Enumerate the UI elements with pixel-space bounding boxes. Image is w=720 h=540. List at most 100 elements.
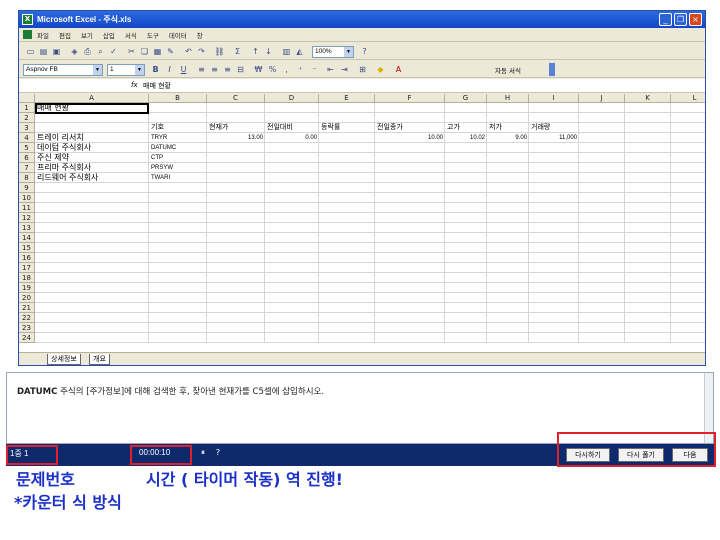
row-header-2[interactable]: 2 [19, 113, 35, 123]
auto-format-label[interactable]: 자동 서식 [495, 65, 521, 75]
font-name-select[interactable]: Aspnov FB ▼ [23, 64, 103, 76]
menu-data[interactable]: 데이터 [169, 30, 187, 40]
toolbar-grip[interactable] [549, 63, 555, 76]
column-header-j[interactable]: J [579, 94, 625, 103]
autosum-icon[interactable]: Σ [232, 46, 243, 57]
font-size-select[interactable]: 1 ▼ [107, 64, 145, 76]
redo-icon[interactable]: ↷ [196, 46, 207, 57]
decrease-decimal-icon[interactable]: ⁻ [309, 64, 320, 75]
row-header-18[interactable]: 18 [19, 273, 35, 283]
italic-button[interactable]: I [164, 64, 175, 75]
row-header-5[interactable]: 5 [19, 143, 35, 153]
menu-tools[interactable]: 도구 [147, 30, 159, 40]
increase-indent-icon[interactable]: ⇥ [339, 64, 350, 75]
cell-a7[interactable]: 프리마 주식회사 [37, 163, 147, 173]
menu-insert[interactable]: 삽입 [103, 30, 115, 40]
row-header-1[interactable]: 1 [19, 103, 35, 113]
percent-button[interactable]: % [267, 64, 278, 75]
sheet-tab-overview[interactable]: 개요 [89, 354, 110, 365]
row-header-13[interactable]: 13 [19, 223, 35, 233]
column-header-f[interactable]: F [375, 94, 445, 103]
row-header-24[interactable]: 24 [19, 333, 35, 343]
cell-a4[interactable]: 트레이 리서치 [37, 133, 147, 143]
cell-i3[interactable]: 거래량 [531, 123, 577, 133]
cell-b8[interactable]: TWARI [151, 173, 205, 183]
row-header-19[interactable]: 19 [19, 283, 35, 293]
sort-ascending-icon[interactable]: ↑ [250, 46, 261, 57]
cell-d3[interactable]: 전일대비 [267, 123, 317, 133]
cell-i4[interactable]: 11,000 [531, 133, 577, 143]
format-painter-icon[interactable]: ✎ [165, 46, 176, 57]
drawing-icon[interactable]: ◭ [294, 46, 305, 57]
cell-b7[interactable]: PRSYW [151, 163, 205, 173]
print-preview-icon[interactable]: ⌕ [95, 46, 106, 57]
column-header-i[interactable]: I [529, 94, 579, 103]
borders-icon[interactable]: ⊞ [357, 64, 368, 75]
row-header-22[interactable]: 22 [19, 313, 35, 323]
cell-g4[interactable]: 10.02 [447, 133, 485, 143]
select-all-corner[interactable] [19, 94, 35, 103]
column-header-l[interactable]: L [671, 94, 705, 103]
align-center-icon[interactable]: ≡ [209, 64, 220, 75]
paste-icon[interactable]: ▦ [152, 46, 163, 57]
cell-f4[interactable]: 10.00 [377, 133, 443, 143]
column-header-h[interactable]: H [487, 94, 529, 103]
close-button[interactable]: × [689, 13, 702, 26]
column-header-e[interactable]: E [319, 94, 375, 103]
column-header-g[interactable]: G [445, 94, 487, 103]
question-scrollbar[interactable] [704, 373, 713, 443]
cell-a6[interactable]: 주신 제약 [37, 153, 147, 163]
fill-color-icon[interactable]: ◆ [375, 64, 386, 75]
row-header-11[interactable]: 11 [19, 203, 35, 213]
menu-edit[interactable]: 편집 [59, 30, 71, 40]
row-header-4[interactable]: 4 [19, 133, 35, 143]
print-icon[interactable]: ⎙ [82, 46, 93, 57]
row-header-20[interactable]: 20 [19, 293, 35, 303]
row-header-8[interactable]: 8 [19, 173, 35, 183]
copy-icon[interactable]: ❏ [139, 46, 150, 57]
row-header-9[interactable]: 9 [19, 183, 35, 193]
underline-button[interactable]: U [178, 64, 189, 75]
align-right-icon[interactable]: ≡ [222, 64, 233, 75]
row-header-14[interactable]: 14 [19, 233, 35, 243]
cell-f3[interactable]: 전일종가 [377, 123, 443, 133]
column-header-d[interactable]: D [265, 94, 319, 103]
formula-input[interactable]: 매매 현황 [143, 81, 171, 91]
hyperlink-icon[interactable]: ⛓ [214, 46, 225, 57]
function-icon[interactable]: fx [131, 81, 138, 89]
merge-center-icon[interactable]: ⊟ [235, 64, 246, 75]
row-header-15[interactable]: 15 [19, 243, 35, 253]
spelling-icon[interactable]: ✓ [108, 46, 119, 57]
cut-icon[interactable]: ✂ [126, 46, 137, 57]
cell-c4[interactable]: 13.00 [209, 133, 263, 143]
decrease-indent-icon[interactable]: ⇤ [325, 64, 336, 75]
sheet-tab-details[interactable]: 상세정보 [47, 354, 81, 365]
minimize-button[interactable]: _ [659, 13, 672, 26]
help-icon[interactable]: ? [359, 46, 370, 57]
comma-style-icon[interactable]: , [281, 64, 292, 75]
sort-descending-icon[interactable]: ↓ [263, 46, 274, 57]
menu-view[interactable]: 보기 [81, 30, 93, 40]
cell-a5[interactable]: 데이텀 주식회사 [37, 143, 147, 153]
save-icon[interactable]: ▣ [51, 46, 62, 57]
pause-icon[interactable]: ⏸ [198, 448, 208, 458]
menu-file[interactable]: 파일 [37, 30, 49, 40]
cell-h4[interactable]: 9.00 [489, 133, 527, 143]
cell-b4[interactable]: TRYR [151, 133, 205, 143]
undo-icon[interactable]: ↶ [183, 46, 194, 57]
menu-format[interactable]: 서식 [125, 30, 137, 40]
help-icon[interactable]: ? [213, 448, 223, 458]
align-left-icon[interactable]: ≡ [196, 64, 207, 75]
worksheet-grid[interactable]: A B C D E F G H I J K L 1 2 3 4 5 6 7 8 9 10 11 12 13 14 15 16 17 18 1… [19, 94, 705, 352]
row-header-7[interactable]: 7 [19, 163, 35, 173]
column-header-k[interactable]: K [625, 94, 671, 103]
cell-c3[interactable]: 현재가 [209, 123, 263, 133]
open-icon[interactable]: ▤ [38, 46, 49, 57]
reset-button[interactable]: 다시하기 [566, 448, 610, 462]
cell-g3[interactable]: 고가 [447, 123, 485, 133]
chart-wizard-icon[interactable]: ▥ [281, 46, 292, 57]
menu-window[interactable]: 창 [197, 30, 203, 40]
row-header-23[interactable]: 23 [19, 323, 35, 333]
cell-b3[interactable]: 기호 [151, 123, 205, 133]
cell-b6[interactable]: CTP [151, 153, 205, 163]
